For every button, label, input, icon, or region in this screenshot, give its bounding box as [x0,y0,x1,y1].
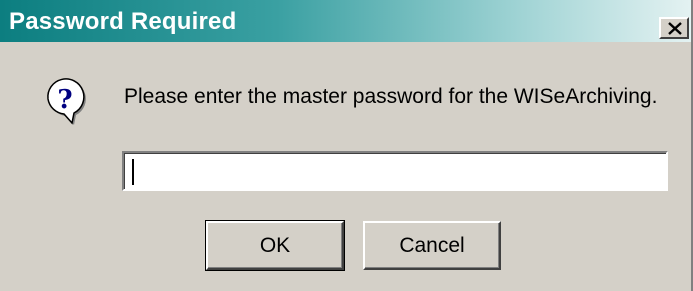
password-dialog: Password Required ? Please enter the mas… [0,0,693,291]
text-caret [132,159,134,185]
ok-button[interactable]: OK [205,220,345,271]
prompt-message: Please enter the master password for the… [124,85,658,108]
close-x-icon [668,22,682,35]
question-help-icon: ? [47,78,86,125]
title-bar[interactable]: Password Required [0,0,691,42]
dialog-title: Password Required [9,8,237,35]
cancel-button[interactable]: Cancel [363,221,501,270]
close-button[interactable] [659,17,689,39]
svg-text:?: ? [57,85,72,115]
password-input[interactable] [122,151,668,191]
